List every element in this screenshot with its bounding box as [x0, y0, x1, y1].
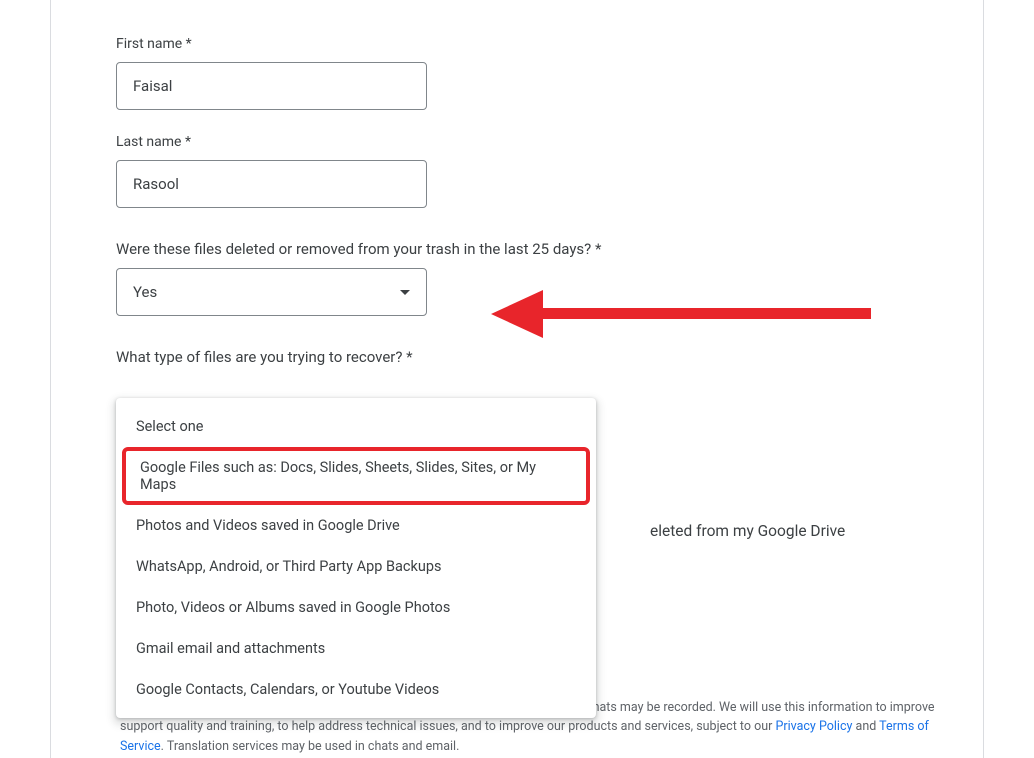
form-content: First name * Last name * Were these file…	[116, 0, 918, 366]
file-type-group: What type of files are you trying to rec…	[116, 348, 918, 366]
partial-obscured-text: eleted from my Google Drive	[650, 522, 845, 540]
footer-mid2: and	[852, 719, 879, 734]
dropdown-option-photos-albums[interactable]: Photo, Videos or Albums saved in Google …	[116, 587, 596, 628]
dropdown-option-whatsapp-backups[interactable]: WhatsApp, Android, or Third Party App Ba…	[116, 546, 596, 587]
form-container: First name * Last name * Were these file…	[50, 0, 984, 758]
dropdown-option-contacts-calendars[interactable]: Google Contacts, Calendars, or Youtube V…	[116, 669, 596, 710]
first-name-group: First name *	[116, 36, 918, 110]
dropdown-option-google-files[interactable]: Google Files such as: Docs, Slides, Shee…	[122, 447, 590, 505]
deleted-select-value: Yes	[133, 283, 157, 301]
deleted-select[interactable]: Yes	[116, 268, 427, 316]
file-type-label: What type of files are you trying to rec…	[116, 348, 918, 366]
deleted-question-group: Were these files deleted or removed from…	[116, 240, 918, 316]
deleted-question-label: Were these files deleted or removed from…	[116, 240, 918, 258]
deleted-select-wrapper: Yes	[116, 268, 427, 316]
last-name-input[interactable]	[116, 160, 427, 208]
last-name-group: Last name *	[116, 134, 918, 208]
first-name-input[interactable]	[116, 62, 427, 110]
file-type-dropdown-menu: Select one Google Files such as: Docs, S…	[116, 398, 596, 718]
footer-suffix: . Translation services may be used in ch…	[161, 739, 460, 754]
dropdown-option-photos-videos-drive[interactable]: Photos and Videos saved in Google Drive	[116, 505, 596, 546]
last-name-label: Last name *	[116, 134, 918, 150]
dropdown-option-select-one[interactable]: Select one	[116, 406, 596, 447]
dropdown-option-gmail[interactable]: Gmail email and attachments	[116, 628, 596, 669]
footer-link-privacy[interactable]: Privacy Policy	[775, 719, 852, 734]
chevron-down-icon	[400, 290, 410, 295]
first-name-label: First name *	[116, 36, 918, 52]
